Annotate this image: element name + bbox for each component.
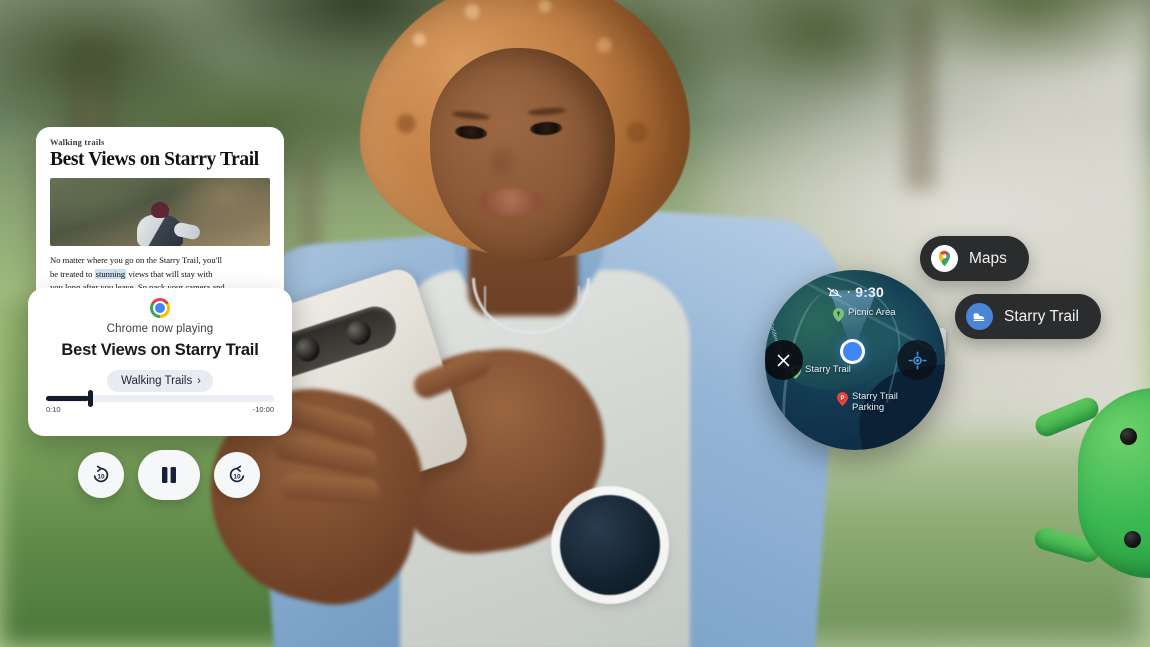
hiking-boot-glyph xyxy=(973,313,985,322)
article-kicker: Walking trails xyxy=(50,137,105,147)
article-body-line-2: be treated to stunning views that will s… xyxy=(50,268,270,281)
starry-trail-parking-marker[interactable]: P Starry Trail Parking xyxy=(837,391,898,413)
rewind-10-button[interactable]: 10 xyxy=(78,452,124,498)
chrome-icon xyxy=(150,298,170,318)
google-maps-icon xyxy=(931,245,958,272)
mascot-eye xyxy=(1124,531,1141,548)
screenshot-stage: Walking trails Best Views on Starry Trai… xyxy=(0,0,1150,647)
article-body-line-1: No matter where you go on the Starry Tra… xyxy=(50,255,222,266)
mascot-eye xyxy=(1120,428,1137,445)
article-body-line-2-pre: be treated to xyxy=(50,268,95,279)
chevron-right-icon: › xyxy=(197,375,201,387)
close-icon xyxy=(777,354,789,366)
hiking-boot-icon xyxy=(966,303,993,330)
forward-seconds-label: 10 xyxy=(233,473,241,481)
remaining-time: -10:00 xyxy=(252,405,274,414)
lips xyxy=(478,188,544,216)
starry-trail-pill-label: Starry Trail xyxy=(1004,307,1079,325)
article-body-line-2-post: views that will stay with xyxy=(126,268,213,279)
article-card[interactable]: Walking trails Best Views on Starry Trai… xyxy=(36,127,284,312)
progress-thumb[interactable] xyxy=(88,390,94,407)
media-controls: 10 10 xyxy=(78,450,260,500)
playback-progress[interactable]: 0:10 -10:00 xyxy=(46,390,274,414)
camera-lens xyxy=(343,317,374,348)
maps-pill[interactable]: Maps xyxy=(920,236,1029,281)
pause-icon xyxy=(162,467,176,483)
maps-pill-label: Maps xyxy=(969,249,1007,267)
parking-label-line-1: Starry Trail xyxy=(852,391,898,402)
current-location-dot xyxy=(843,342,862,361)
chrome-icon-center xyxy=(155,303,165,313)
article-photo xyxy=(50,178,270,247)
hiker-head xyxy=(151,202,169,219)
google-maps-pin-glyph xyxy=(938,250,951,267)
parking-label-line-2: Parking xyxy=(852,401,885,413)
progress-times: 0:10 -10:00 xyxy=(46,405,274,414)
park-pin-icon xyxy=(833,308,844,322)
picnic-area-label: Picnic Area xyxy=(848,307,896,318)
person-photo xyxy=(190,0,845,647)
parking-label: Starry Trail Parking xyxy=(852,391,898,413)
my-location-icon xyxy=(907,350,927,370)
starry-trail-pill[interactable]: Starry Trail xyxy=(955,294,1101,339)
smartwatch-face[interactable]: Golden View Blvd · 9:30 Picnic Area xyxy=(765,270,945,450)
camera-lens xyxy=(292,334,323,365)
starry-trail-label: Starry Trail xyxy=(805,364,851,375)
watch-locate-button[interactable] xyxy=(897,340,937,380)
rewind-seconds-label: 10 xyxy=(97,473,105,481)
progress-bar-fill xyxy=(46,396,90,401)
svg-text:P: P xyxy=(841,396,845,402)
nose xyxy=(490,146,520,186)
article-title: Best Views on Starry Trail xyxy=(50,149,259,170)
now-playing-source: Chrome now playing xyxy=(106,323,214,335)
picnic-area-marker[interactable]: Picnic Area xyxy=(833,307,896,322)
progress-bar-track[interactable] xyxy=(46,390,274,407)
elapsed-time: 0:10 xyxy=(46,405,61,414)
walking-trails-chip[interactable]: Walking Trails › xyxy=(107,370,213,392)
now-playing-title: Best Views on Starry Trail xyxy=(61,341,259,359)
article-highlight: stunning xyxy=(94,268,127,279)
forward-10-button[interactable]: 10 xyxy=(214,452,260,498)
chip-label: Walking Trails xyxy=(121,375,193,387)
android-mascot xyxy=(1032,388,1150,578)
parking-pin-icon: P xyxy=(837,392,848,406)
now-playing-card[interactable]: Chrome now playing Best Views on Starry … xyxy=(28,288,292,436)
pause-button[interactable] xyxy=(138,450,200,500)
